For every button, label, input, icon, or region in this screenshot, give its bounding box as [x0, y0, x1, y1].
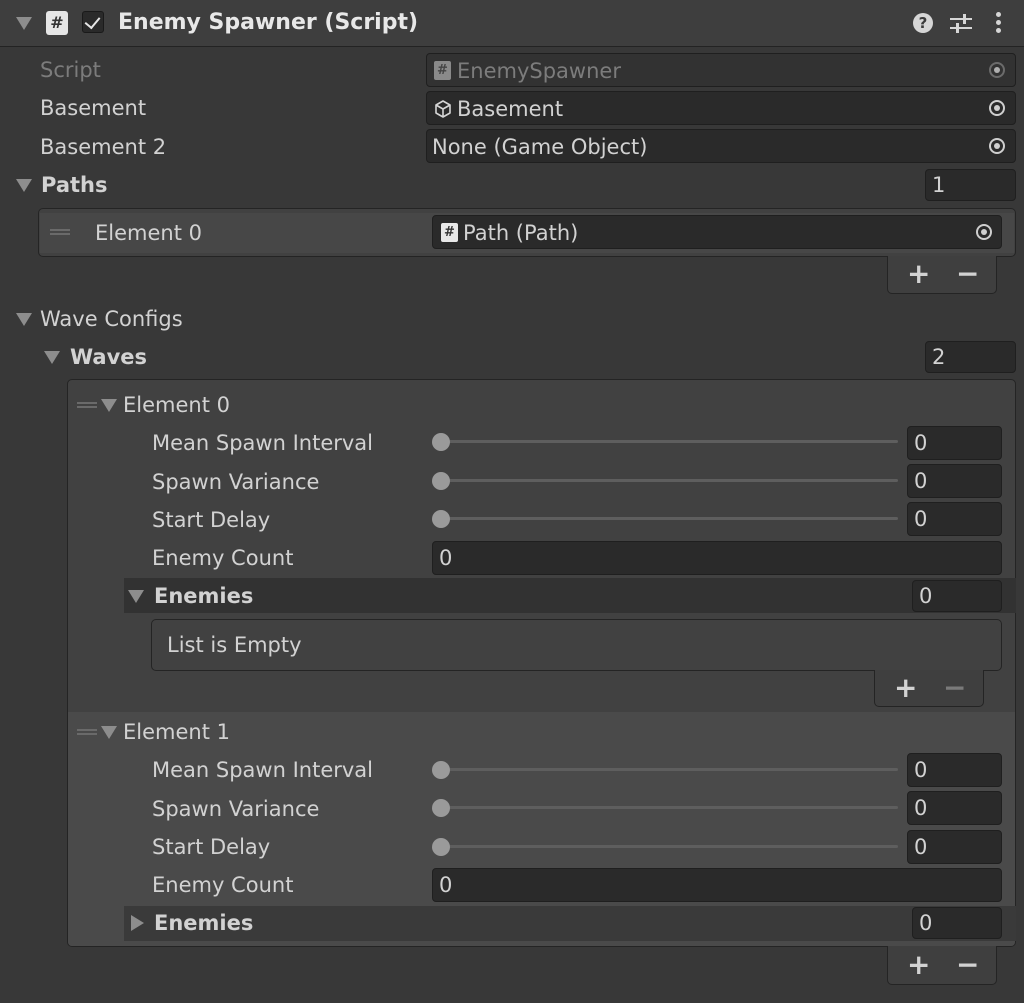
enemy-count-field[interactable]: 0 — [432, 868, 1002, 902]
drag-handle-icon[interactable] — [77, 729, 97, 735]
enemies-size-field[interactable]: 0 — [912, 907, 1002, 939]
start-delay-slider[interactable] — [437, 517, 898, 520]
component-header: # Enemy Spawner (Script) ? — [0, 0, 1024, 47]
mean-spawn-interval-slider[interactable] — [437, 440, 898, 443]
paths-label: Paths — [41, 173, 108, 197]
waves-label: Waves — [70, 345, 148, 369]
element-foldout-icon[interactable] — [101, 399, 117, 412]
wave-element-label: Element 1 — [123, 720, 230, 744]
script-object-field: # EnemySpawner — [426, 53, 1016, 87]
enemies-label: Enemies — [154, 911, 254, 935]
path-object-field[interactable]: # Path (Path) — [432, 215, 1002, 249]
script-label: Script — [40, 58, 101, 82]
enemies-foldout-icon[interactable] — [128, 590, 144, 603]
paths-size-field[interactable]: 1 — [925, 169, 1016, 201]
waves-list-footer: + − — [887, 946, 997, 985]
waves-size-field[interactable]: 2 — [925, 341, 1016, 373]
mean-spawn-interval-slider[interactable] — [437, 768, 898, 771]
spawn-variance-field[interactable]: 0 — [907, 464, 1002, 498]
slider-knob[interactable] — [432, 510, 450, 528]
enemies-list-footer: + − — [874, 670, 984, 707]
more-options-icon[interactable] — [996, 12, 1002, 34]
spawn-variance-label: Spawn Variance — [152, 797, 320, 821]
slider-knob[interactable] — [432, 799, 450, 817]
object-picker-icon — [989, 62, 1005, 78]
start-delay-slider[interactable] — [437, 845, 898, 848]
paths-foldout-icon[interactable] — [16, 179, 32, 192]
script-hash-icon: # — [434, 61, 451, 80]
game-object-cube-icon — [434, 99, 452, 118]
component-title: Enemy Spawner (Script) — [118, 10, 419, 35]
remove-element-button: − — [943, 671, 967, 704]
enemies-label: Enemies — [154, 584, 254, 608]
enemies-list: List is Empty — [151, 619, 1002, 671]
path-value: Path (Path) — [463, 221, 579, 245]
wave-configs-label: Wave Configs — [40, 307, 183, 331]
checkmark-icon — [84, 12, 101, 30]
spawn-variance-slider[interactable] — [437, 806, 898, 809]
slider-knob[interactable] — [432, 761, 450, 779]
start-delay-field[interactable]: 0 — [907, 830, 1002, 864]
script-hash-icon: # — [46, 11, 68, 35]
wave-element-label: Element 0 — [123, 393, 230, 417]
spawn-variance-label: Spawn Variance — [152, 470, 320, 494]
paths-element-label: Element 0 — [95, 221, 202, 245]
add-element-button[interactable]: + — [907, 260, 930, 288]
mean-spawn-interval-label: Mean Spawn Interval — [152, 758, 374, 782]
add-element-button[interactable]: + — [894, 674, 917, 702]
enabled-checkbox[interactable] — [82, 11, 104, 33]
basement-object-field[interactable]: Basement — [426, 91, 1016, 125]
drag-handle-icon[interactable] — [77, 402, 97, 408]
basement-2-label: Basement 2 — [40, 135, 167, 159]
object-picker-icon[interactable] — [989, 100, 1005, 116]
start-delay-label: Start Delay — [152, 835, 271, 859]
enemies-header — [124, 906, 1016, 941]
list-item[interactable]: Element 0 # Path (Path) — [40, 213, 1014, 253]
object-picker-icon[interactable] — [989, 138, 1005, 154]
mean-spawn-interval-field[interactable]: 0 — [907, 426, 1002, 460]
foldout-arrow-icon[interactable] — [16, 17, 32, 30]
spawn-variance-field[interactable]: 0 — [907, 791, 1002, 825]
paths-list-footer: + − — [887, 256, 997, 294]
help-icon[interactable]: ? — [913, 13, 933, 33]
slider-knob[interactable] — [432, 838, 450, 856]
mean-spawn-interval-label: Mean Spawn Interval — [152, 431, 374, 455]
script-value: EnemySpawner — [457, 59, 621, 83]
object-picker-icon[interactable] — [976, 224, 992, 240]
enemies-size-field[interactable]: 0 — [912, 580, 1002, 612]
presets-icon[interactable] — [950, 12, 972, 34]
enemies-header — [124, 578, 1016, 613]
basement-2-value: None (Game Object) — [432, 135, 648, 159]
enemy-count-label: Enemy Count — [152, 546, 294, 570]
remove-element-button[interactable]: − — [956, 951, 979, 979]
enemies-foldout-collapsed-icon[interactable] — [131, 915, 144, 931]
add-element-button[interactable]: + — [907, 951, 930, 979]
enemy-count-label: Enemy Count — [152, 873, 294, 897]
spawn-variance-slider[interactable] — [437, 479, 898, 482]
waves-foldout-icon[interactable] — [44, 351, 60, 364]
drag-handle-icon[interactable] — [50, 229, 70, 235]
start-delay-label: Start Delay — [152, 508, 271, 532]
slider-knob[interactable] — [432, 433, 450, 451]
wave-configs-foldout-icon[interactable] — [16, 313, 32, 326]
list-empty-text: List is Empty — [167, 633, 302, 657]
script-hash-icon: # — [441, 223, 458, 242]
slider-knob[interactable] — [432, 472, 450, 490]
basement-value: Basement — [457, 97, 564, 121]
enemy-count-field[interactable]: 0 — [432, 541, 1002, 575]
basement-label: Basement — [40, 96, 147, 120]
start-delay-field[interactable]: 0 — [907, 502, 1002, 536]
basement-2-object-field[interactable]: None (Game Object) — [426, 129, 1016, 163]
mean-spawn-interval-field[interactable]: 0 — [907, 753, 1002, 787]
element-foldout-icon[interactable] — [101, 726, 117, 739]
remove-element-button[interactable]: − — [956, 260, 979, 288]
